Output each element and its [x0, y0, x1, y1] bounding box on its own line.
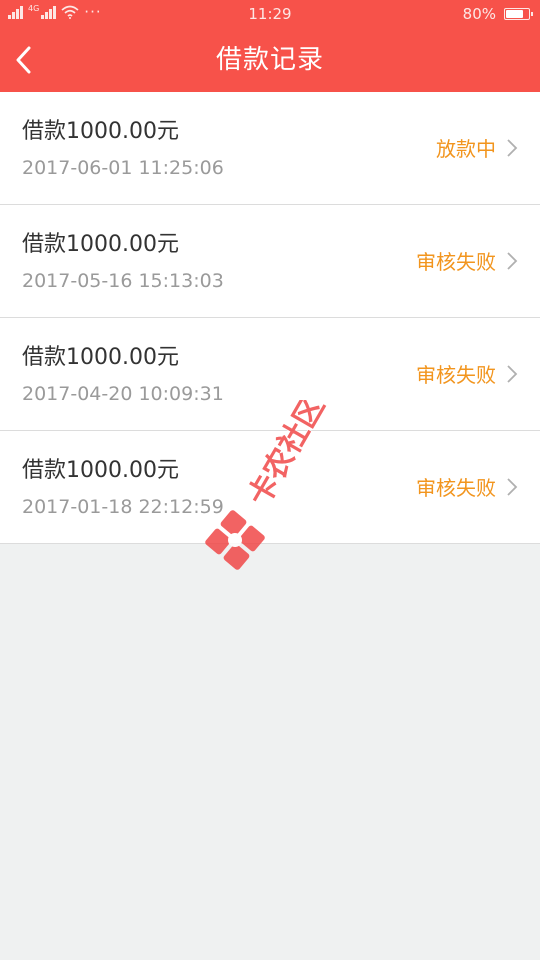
record-amount: 借款1000.00元 [22, 119, 179, 144]
nav-bar: 借款记录 [0, 28, 540, 92]
record-amount: 借款1000.00元 [22, 345, 179, 370]
record-amount: 借款1000.00元 [22, 458, 179, 483]
app-header: 4G ··· 11:29 80% 借款记录 [0, 0, 540, 92]
record-status: 审核失败 [416, 250, 496, 274]
loan-record-item[interactable]: 借款1000.00元 2017-05-16 15:13:03 审核失败 [0, 205, 540, 318]
loan-record-item[interactable]: 借款1000.00元 2017-06-01 11:25:06 放款中 [0, 92, 540, 205]
record-status: 审核失败 [416, 363, 496, 387]
record-status: 审核失败 [416, 476, 496, 500]
record-time: 2017-05-16 15:13:03 [22, 270, 224, 292]
page-title: 借款记录 [215, 45, 324, 75]
record-time: 2017-06-01 11:25:06 [22, 157, 224, 179]
status-bar: 4G ··· 11:29 80% [0, 0, 540, 28]
chevron-right-icon [507, 252, 518, 270]
record-amount: 借款1000.00元 [22, 232, 179, 257]
chevron-right-icon [507, 139, 518, 157]
loan-record-item[interactable]: 借款1000.00元 2017-01-18 22:12:59 审核失败 [0, 431, 540, 544]
battery-icon [504, 8, 533, 20]
loan-record-list: 借款1000.00元 2017-06-01 11:25:06 放款中 借款100… [0, 92, 540, 544]
battery-percent: 80% [462, 5, 496, 23]
loan-record-item[interactable]: 借款1000.00元 2017-04-20 10:09:31 审核失败 [0, 318, 540, 431]
record-status: 放款中 [436, 137, 496, 161]
chevron-right-icon [507, 478, 518, 496]
status-time: 11:29 [248, 5, 292, 23]
battery-level [506, 10, 523, 18]
status-battery-group: 80% [462, 5, 533, 23]
record-time: 2017-04-20 10:09:31 [22, 383, 224, 405]
record-time: 2017-01-18 22:12:59 [22, 496, 224, 518]
chevron-right-icon [507, 365, 518, 383]
